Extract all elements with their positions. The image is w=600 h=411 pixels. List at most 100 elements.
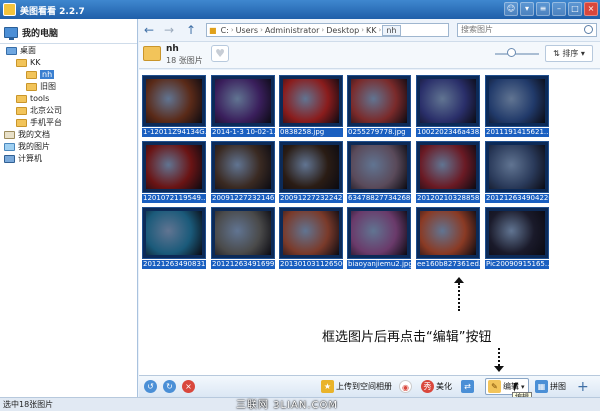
folder-icon (26, 82, 37, 91)
forward-arrow-icon[interactable]: → (161, 23, 177, 37)
thumbnail-item[interactable]: biaoyanjiemu2.jpg (347, 207, 411, 269)
chevron-right-icon: › (378, 26, 382, 34)
app-window: 美图看看 2.2.7 ☺ ▾ ≡ – □ × 我的电脑 桌面 KK nh 旧图 … (0, 0, 600, 411)
photo-preview (351, 79, 407, 123)
thumbnail-image (347, 141, 411, 193)
menu-icon[interactable]: ≡ (536, 2, 550, 16)
tree-item-desktop[interactable]: 桌面 (6, 45, 36, 56)
user-icon[interactable]: ☺ (504, 2, 518, 16)
photo-preview (489, 145, 545, 189)
breadcrumb-kk[interactable]: KK (364, 26, 379, 35)
photo-preview (351, 211, 407, 255)
sort-button[interactable]: ⇅ 排序 ▾ (545, 45, 593, 62)
search-icon[interactable] (584, 25, 593, 34)
tree-item-mobile-platform[interactable]: 手机平台 (16, 117, 62, 128)
thumbnail-item[interactable]: 200912272322421... (279, 141, 343, 203)
zoom-slider-track[interactable] (495, 53, 539, 55)
batch-button[interactable]: ⇄ (461, 379, 474, 394)
photo-preview (489, 211, 545, 255)
thumbnail-item[interactable]: Pic20090915165... (485, 207, 549, 269)
thumbnail-caption: 201212634904220... (485, 194, 549, 203)
thumbnail-item[interactable]: 201212634916992... (211, 207, 275, 269)
tree-item-nh[interactable]: nh (26, 69, 55, 80)
close-button[interactable]: × (584, 2, 598, 16)
thumbnail-image (416, 207, 480, 259)
thumbnail-caption: 1-12011Z94134G... (142, 128, 206, 137)
breadcrumb-nh[interactable]: nh (382, 24, 401, 36)
zoom-slider-handle[interactable] (507, 48, 516, 57)
thumbnail-caption: 0838258.jpg (279, 128, 343, 137)
delete-icon[interactable]: × (182, 380, 195, 393)
folder-icon (26, 70, 37, 79)
thumbnail-item[interactable]: ee160b827361ed... (416, 207, 480, 269)
folder-icon (16, 106, 27, 115)
favorite-heart-icon[interactable]: ♥ (211, 45, 229, 62)
thumbnail-caption: Pic20090915165... (485, 260, 549, 269)
tree-item-my-documents[interactable]: 我的文档 (4, 129, 50, 140)
thumbnail-item[interactable]: 0255279778.jpg (347, 75, 411, 137)
tree-item-computer[interactable]: 计算机 (4, 153, 42, 164)
thumbnail-item[interactable]: 201202103288587... (416, 141, 480, 203)
thumbnail-caption: 201301031126500... (279, 260, 343, 269)
weibo-share-button[interactable]: ◉ (399, 379, 412, 394)
breadcrumb-desktop[interactable]: Desktop (324, 26, 361, 35)
dropdown-chevron-icon[interactable]: ▾ (521, 383, 525, 391)
folder-icon (16, 58, 27, 67)
tree-item-old-pics[interactable]: 旧图 (26, 81, 56, 92)
thumbnail-item[interactable]: 200912272321461... (211, 141, 275, 203)
thumbnail-image (279, 207, 343, 259)
thumbnail-item[interactable]: 1201072119549... (142, 141, 206, 203)
tree-root-my-computer[interactable]: 我的电脑 (4, 26, 58, 40)
thumbnail-item[interactable]: 1002202346a438... (416, 75, 480, 137)
thumbnail-image (211, 141, 275, 193)
thumbnail-image (347, 75, 411, 127)
breadcrumb-administrator[interactable]: Administrator (263, 26, 322, 35)
watermark: 三联网 3LIAN.COM (236, 400, 339, 411)
back-arrow-icon[interactable]: ← (141, 23, 157, 37)
dotted-arrow-down (498, 348, 500, 366)
skin-icon[interactable]: ▾ (520, 2, 534, 16)
mouse-cursor-icon (514, 383, 518, 392)
thumbnail-image (485, 207, 549, 259)
address-bar[interactable]: ■ C: › Users › Administrator › Desktop ›… (206, 23, 449, 37)
photo-preview (215, 145, 271, 189)
upload-label: 上传到空间相册 (336, 382, 392, 391)
thumbnail-item[interactable]: 201212634908311... (142, 207, 206, 269)
tree-item-my-pictures[interactable]: 我的图片 (4, 141, 50, 152)
up-arrow-icon[interactable]: ↑ (183, 23, 199, 37)
thumbnail-caption: 0255279778.jpg (347, 128, 411, 137)
photo-preview (215, 211, 271, 255)
breadcrumb-users[interactable]: Users (234, 26, 260, 35)
thumbnail-item[interactable]: 201212634904220... (485, 141, 549, 203)
add-icon[interactable]: + (577, 379, 589, 395)
rotate-right-icon[interactable]: ↻ (163, 380, 176, 393)
search-input[interactable]: 搜索图片 (457, 23, 597, 37)
upload-album-button[interactable]: ★ 上传到空间相册 (321, 379, 392, 394)
thumbnail-item[interactable]: 2011191415621... (485, 75, 549, 137)
thumbnail-caption: 200912272321461... (211, 194, 275, 203)
beautify-button[interactable]: 秀 美化 (421, 379, 452, 394)
thumbnail-item[interactable]: 2014-1-3 10-02-1... (211, 75, 275, 137)
tree-item-label: 旧图 (40, 82, 56, 91)
breadcrumb-drive[interactable]: C: (219, 26, 231, 35)
photo-preview (283, 79, 339, 123)
photo-preview (420, 79, 476, 123)
folder-name: nh (166, 44, 179, 54)
thumbnail-item[interactable]: 634788277342680... (347, 141, 411, 203)
thumbnail-item[interactable]: 201301031126500... (279, 207, 343, 269)
thumbnail-caption: biaoyanjiemu2.jpg (347, 260, 411, 269)
thumbnail-item[interactable]: 0838258.jpg (279, 75, 343, 137)
photo-preview (420, 211, 476, 255)
tree-item-kk[interactable]: KK (16, 57, 41, 68)
stitch-button[interactable]: ▦ 拼图 (535, 379, 566, 394)
maximize-button[interactable]: □ (568, 2, 582, 16)
documents-icon (4, 130, 15, 139)
batch-icon: ⇄ (461, 380, 474, 393)
thumbnail-image (485, 75, 549, 127)
thumbnail-item[interactable]: 1-12011Z94134G... (142, 75, 206, 137)
tree-item-beijing-company[interactable]: 北京公司 (16, 105, 62, 116)
minimize-button[interactable]: – (552, 2, 566, 16)
thumbnail-caption: 200912272322421... (279, 194, 343, 203)
tree-item-tools[interactable]: tools (16, 93, 49, 104)
rotate-left-icon[interactable]: ↺ (144, 380, 157, 393)
